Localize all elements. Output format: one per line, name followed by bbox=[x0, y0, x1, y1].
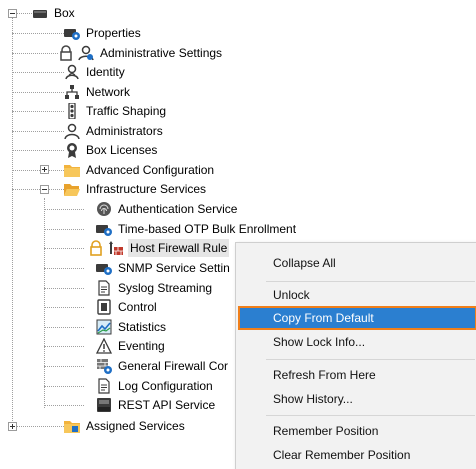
tree-guide-line bbox=[44, 229, 84, 230]
tree-guide-line bbox=[44, 346, 84, 347]
menu-item-clear-remember-position[interactable]: Clear Remember Position bbox=[238, 443, 476, 467]
statistics-icon bbox=[96, 319, 112, 335]
network-icon bbox=[64, 84, 80, 100]
tree-guide-line bbox=[44, 307, 84, 308]
tree-guide-line bbox=[12, 33, 64, 34]
tree-guide-line bbox=[44, 288, 84, 289]
identity-icon bbox=[64, 64, 80, 80]
tree-guide-line bbox=[44, 327, 84, 328]
tree-node-properties[interactable]: Properties bbox=[64, 23, 143, 43]
menu-item-collapse-all[interactable]: Collapse All bbox=[238, 251, 476, 275]
folder-icon bbox=[64, 162, 80, 178]
menu-item-unlock[interactable]: Unlock bbox=[238, 283, 476, 307]
tree-node-box-licenses[interactable]: Box Licenses bbox=[64, 140, 159, 160]
tree-guide-line bbox=[12, 111, 64, 112]
menu-item-show-lock-info[interactable]: Show Lock Info... bbox=[238, 330, 476, 354]
tree-node-box[interactable]: Box bbox=[32, 3, 77, 23]
menu-separator bbox=[266, 281, 475, 282]
tree-guide-line bbox=[12, 170, 64, 171]
box-icon bbox=[32, 5, 48, 21]
tree-guide-line bbox=[12, 150, 64, 151]
tree-node-time-based-otp-bulk-enrollment[interactable]: Time-based OTP Bulk Enrollment bbox=[96, 219, 298, 239]
tree-node-identity[interactable]: Identity bbox=[64, 62, 127, 82]
tree-guide-line bbox=[44, 405, 84, 406]
tree-node-statistics[interactable]: Statistics bbox=[96, 317, 168, 337]
tree-node-eventing[interactable]: Eventing bbox=[96, 336, 167, 356]
expand-toggle-advanced-configuration[interactable] bbox=[40, 165, 49, 174]
document-icon bbox=[96, 378, 112, 394]
tree-node-administrative-settings[interactable]: Administrative Settings bbox=[58, 43, 224, 63]
menu-separator bbox=[266, 359, 475, 360]
box-gear-icon bbox=[96, 221, 112, 237]
expand-toggle-assigned-services[interactable] bbox=[8, 422, 17, 431]
menu-item-remember-position[interactable]: Remember Position bbox=[238, 419, 476, 443]
tree-guide-line bbox=[12, 72, 64, 73]
fingerprint-icon bbox=[96, 201, 112, 217]
traffic-light-icon bbox=[64, 103, 80, 119]
tree-guide-line bbox=[44, 366, 84, 367]
firewall-icon bbox=[108, 240, 124, 256]
tree-guide-line bbox=[12, 92, 64, 93]
context-menu: Collapse All Unlock Copy From Default Sh… bbox=[235, 242, 476, 469]
document-icon bbox=[96, 280, 112, 296]
tree-node-label: Box bbox=[54, 6, 75, 20]
tree-guide-line bbox=[44, 268, 84, 269]
tree-guide-line bbox=[44, 386, 84, 387]
folder-open-icon bbox=[64, 181, 80, 197]
folder-icon bbox=[64, 418, 80, 434]
tree-node-snmp-service-settings[interactable]: SNMP Service Settin bbox=[96, 258, 232, 278]
properties-icon bbox=[64, 25, 80, 41]
admin-settings-icon bbox=[78, 45, 94, 61]
collapse-toggle-infrastructure-services[interactable] bbox=[40, 185, 49, 194]
tree-node-administrators[interactable]: Administrators bbox=[64, 121, 165, 141]
lock-icon bbox=[58, 45, 74, 61]
box-gear-icon bbox=[96, 260, 112, 276]
menu-separator bbox=[266, 415, 475, 416]
tree-guide-line bbox=[12, 53, 58, 54]
rest-icon bbox=[96, 397, 112, 413]
tree-node-rest-api-service[interactable]: REST API Service bbox=[96, 395, 217, 415]
control-icon bbox=[96, 299, 112, 315]
tree-node-general-firewall-configuration[interactable]: General Firewall Cor bbox=[96, 356, 230, 376]
menu-item-refresh-from-here[interactable]: Refresh From Here bbox=[238, 363, 476, 387]
user-icon bbox=[64, 123, 80, 139]
tree-guide-line bbox=[12, 131, 64, 132]
tree-guide-line bbox=[12, 189, 64, 190]
collapse-toggle-box[interactable] bbox=[8, 9, 17, 18]
tree-node-advanced-configuration[interactable]: Advanced Configuration bbox=[64, 160, 216, 180]
tree-node-infrastructure-services[interactable]: Infrastructure Services bbox=[64, 179, 208, 199]
tree-node-assigned-services[interactable]: Assigned Services bbox=[64, 416, 187, 436]
tree-node-host-firewall-rule[interactable]: Host Firewall Rule bbox=[88, 238, 230, 258]
lock-icon bbox=[88, 240, 104, 256]
tree-node-control[interactable]: Control bbox=[96, 297, 159, 317]
tree-node-syslog-streaming[interactable]: Syslog Streaming bbox=[96, 278, 214, 298]
tree-node-network[interactable]: Network bbox=[64, 82, 132, 102]
tree-node-log-configuration[interactable]: Log Configuration bbox=[96, 376, 215, 396]
tree-guide-line bbox=[12, 14, 13, 425]
menu-item-copy-from-default[interactable]: Copy From Default bbox=[238, 306, 476, 330]
tree-guide-line bbox=[44, 248, 84, 249]
firewall-gear-icon bbox=[96, 358, 112, 374]
tree-node-authentication-service[interactable]: Authentication Service bbox=[96, 199, 239, 219]
tree-guide-line bbox=[12, 426, 64, 427]
tree-node-traffic-shaping[interactable]: Traffic Shaping bbox=[64, 101, 168, 121]
license-icon bbox=[64, 142, 80, 158]
tree-guide-line bbox=[44, 209, 84, 210]
menu-item-show-history[interactable]: Show History... bbox=[238, 387, 476, 411]
warning-icon bbox=[96, 338, 112, 354]
